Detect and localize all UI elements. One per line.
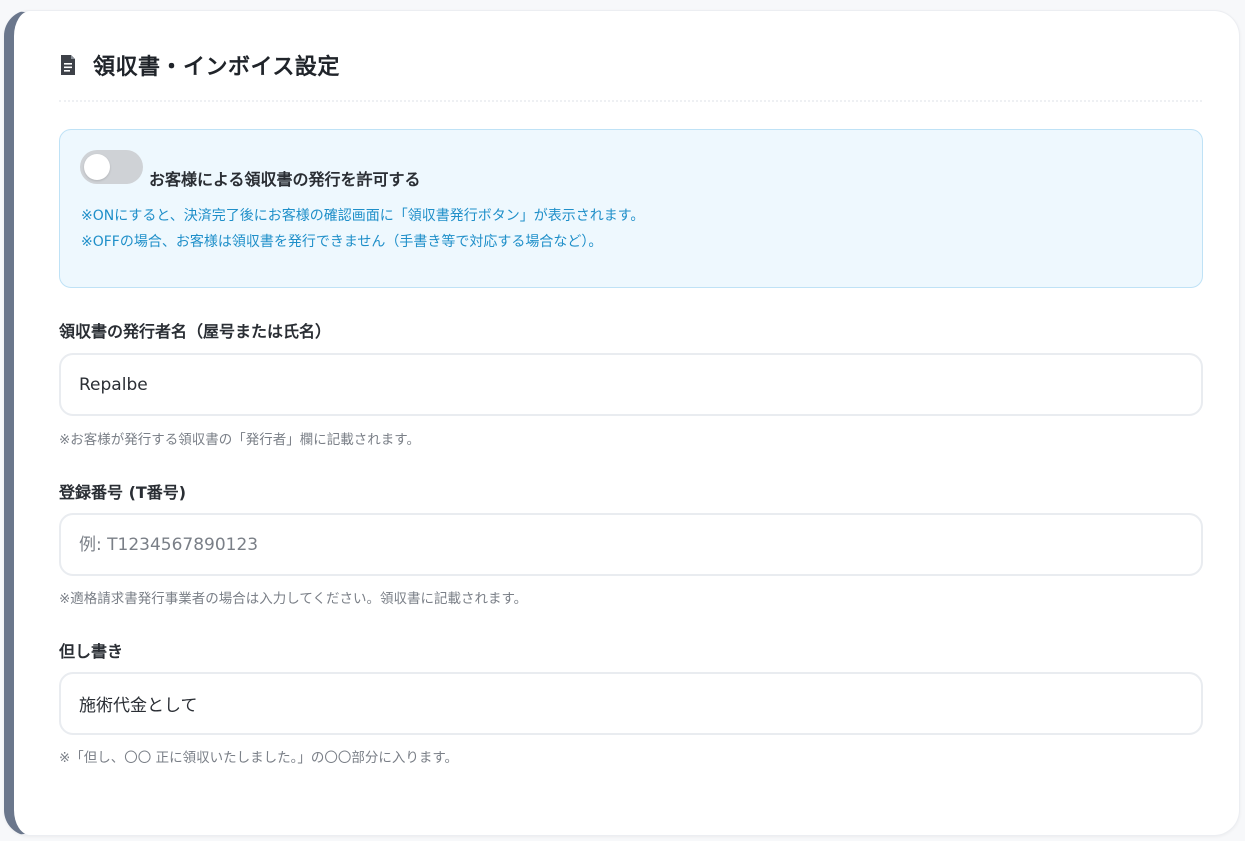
registration-number-help: ※適格請求書発行事業者の場合は入力してください。領収書に記載されます。 — [59, 591, 528, 607]
receipt-permission-box: お客様による領収書の発行を許可する ※ONにすると、決済完了後にお客様の確認画面… — [59, 129, 1203, 288]
proviso-label: 但し書き — [59, 642, 124, 661]
receipt-permission-toggle[interactable] — [80, 150, 143, 184]
toggle-off-note: ※OFFの場合、お客様は領収書を発行できません（手書き等で対応する場合など）。 — [81, 234, 603, 250]
page-title: 領収書・インボイス設定 — [93, 55, 340, 80]
issuer-name-label: 領収書の発行者名（屋号または氏名） — [59, 322, 332, 341]
registration-number-input[interactable] — [59, 513, 1203, 576]
issuer-name-help: ※お客様が発行する領収書の「発行者」欄に記載されます。 — [59, 432, 420, 448]
proviso-input[interactable] — [59, 672, 1203, 735]
receipt-settings-card: 領収書・インボイス設定 お客様による領収書の発行を許可する ※ONにすると、決済… — [4, 10, 1240, 836]
receipt-permission-label: お客様による領収書の発行を許可する — [149, 170, 421, 189]
toggle-on-note: ※ONにすると、決済完了後にお客様の確認画面に「領収書発行ボタン」が表示されます… — [81, 208, 645, 224]
header-divider — [59, 100, 1202, 102]
document-icon — [61, 55, 75, 75]
proviso-help: ※「但し、〇〇 正に領収いたしました。」の〇〇部分に入ります。 — [59, 750, 459, 766]
issuer-name-input[interactable] — [59, 353, 1203, 416]
section-header: 領収書・インボイス設定 — [59, 49, 340, 81]
registration-number-label: 登録番号 (T番号) — [59, 483, 187, 502]
toggle-knob — [84, 154, 110, 180]
